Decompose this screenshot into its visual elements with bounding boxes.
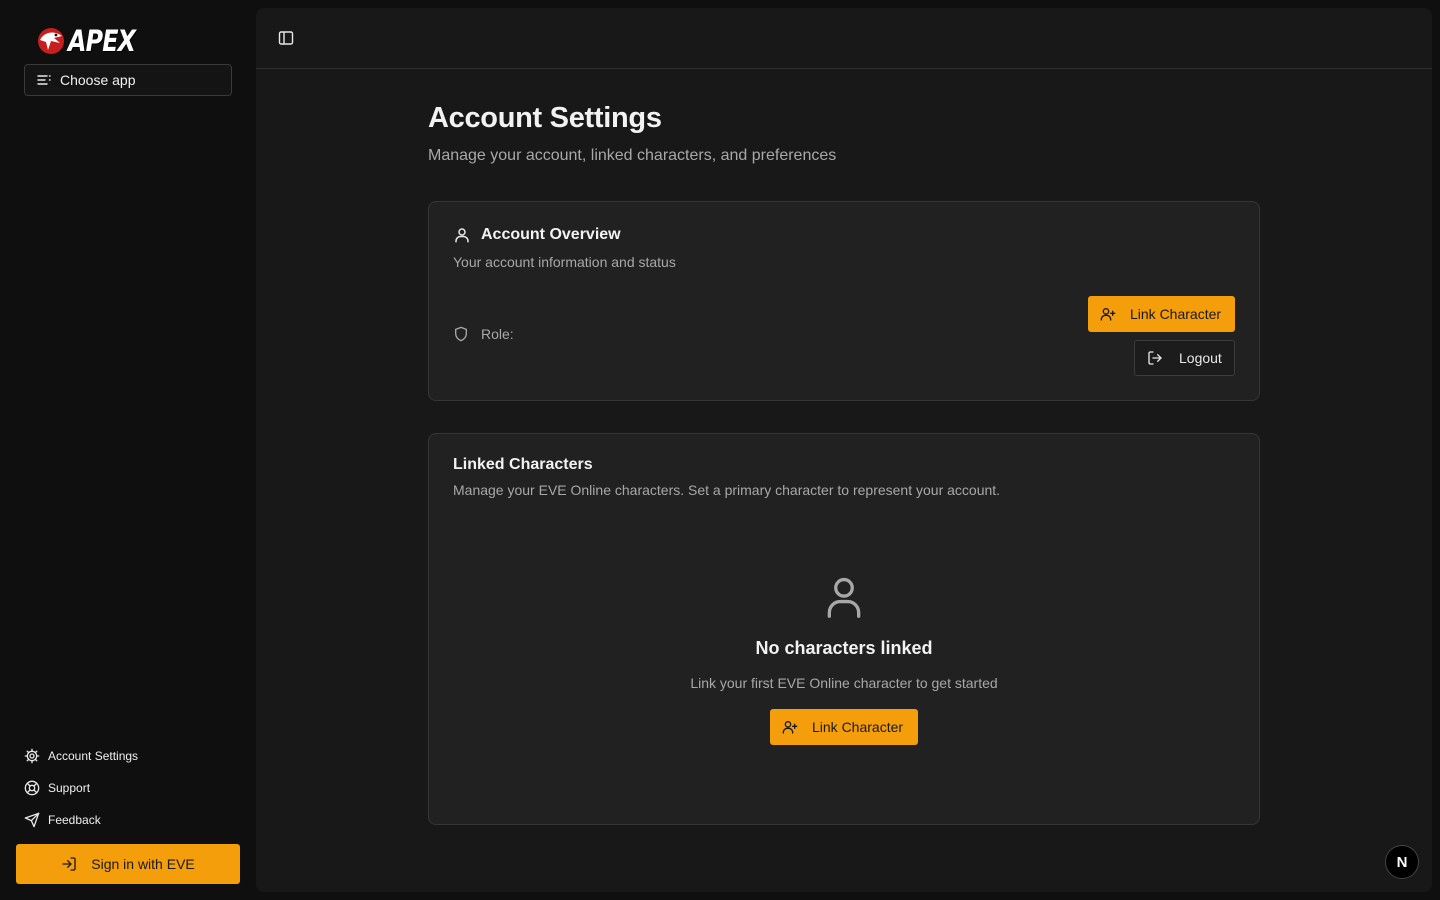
account-overview-description: Your account information and status — [453, 254, 676, 270]
link-first-character-button[interactable]: Link Character — [770, 709, 918, 745]
sidebar-item-support[interactable]: Support — [24, 772, 224, 804]
account-overview-heading: Account Overview — [481, 226, 621, 243]
sidebar-item-label: Account Settings — [48, 749, 139, 763]
main-panel: Account Settings Manage your account, li… — [256, 8, 1432, 892]
logout-label: Logout — [1179, 350, 1222, 366]
lifebuoy-icon — [24, 780, 40, 796]
linked-characters-card: Linked Characters Manage your EVE Online… — [428, 433, 1260, 825]
sidebar-item-label: Support — [48, 781, 91, 795]
shield-icon — [455, 326, 467, 342]
nextjs-badge-label: N — [1396, 853, 1408, 871]
page-subtitle: Manage your account, linked characters, … — [428, 147, 837, 164]
panel-left-icon — [278, 31, 294, 45]
link-character-button[interactable]: Link Character — [1088, 296, 1235, 332]
logo-text: APEX — [68, 24, 136, 58]
sidebar-item-feedback[interactable]: Feedback — [24, 804, 224, 836]
linked-characters-title: Linked Characters — [453, 456, 593, 474]
empty-state: No characters linked Link your first EVE… — [429, 574, 1259, 745]
user-plus-icon — [782, 721, 798, 734]
account-overview-card: Account Overview Your account informatio… — [428, 201, 1260, 401]
top-bar — [256, 8, 1432, 69]
user-plus-icon — [1100, 308, 1116, 321]
menu-list-icon — [37, 75, 51, 85]
account-overview-title: Account Overview — [453, 226, 621, 244]
gear-icon — [24, 748, 40, 764]
apex-logo[interactable]: APEX — [36, 24, 136, 58]
linked-characters-heading: Linked Characters — [453, 456, 593, 473]
user-icon — [827, 577, 861, 618]
logout-button[interactable]: Logout — [1134, 340, 1235, 376]
sign-in-with-eve-button[interactable]: Sign in with EVE — [16, 844, 240, 884]
link-character-label: Link Character — [1130, 306, 1222, 322]
choose-app-button[interactable]: Choose app — [24, 64, 232, 96]
sidebar-toggle-button[interactable] — [278, 30, 294, 51]
sidebar: APEX Choose app Account Settings Support — [0, 0, 256, 900]
role-row: Role: — [453, 326, 514, 342]
choose-app-label: Choose app — [60, 72, 136, 88]
link-character-label: Link Character — [812, 719, 904, 735]
empty-state-title: No characters linked — [755, 638, 933, 658]
eagle-logo-icon — [36, 26, 66, 56]
empty-state-subtitle: Link your first EVE Online character to … — [690, 675, 998, 691]
settings-content: Account Settings Manage your account, li… — [428, 102, 1260, 825]
sidebar-bottom-nav: Account Settings Support Feedback — [24, 740, 224, 836]
linked-characters-description: Manage your EVE Online characters. Set a… — [453, 482, 1001, 498]
page-title: Account Settings — [428, 102, 662, 134]
sidebar-item-label: Feedback — [48, 813, 101, 827]
log-in-icon — [62, 857, 76, 871]
send-icon — [24, 812, 40, 828]
user-icon — [455, 228, 469, 243]
sign-in-label: Sign in with EVE — [91, 856, 195, 872]
sidebar-item-account-settings[interactable]: Account Settings — [24, 740, 224, 772]
role-label: Role: — [481, 326, 514, 342]
nextjs-dev-badge[interactable]: N — [1385, 845, 1419, 879]
log-out-icon — [1148, 351, 1162, 365]
